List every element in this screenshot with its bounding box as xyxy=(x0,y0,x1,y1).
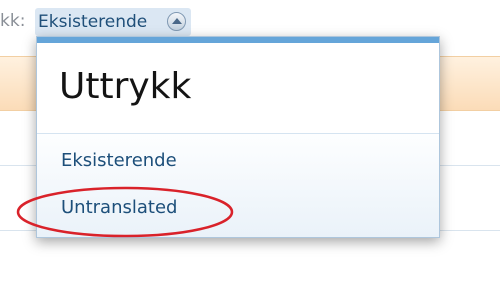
chevron-up-icon[interactable] xyxy=(167,12,186,31)
option-eksisterende[interactable]: Eksisterende xyxy=(61,149,177,173)
menu-accent-bar xyxy=(37,37,439,43)
menu-title: Uttrykk xyxy=(59,66,192,107)
language-selector[interactable]: Eksisterende xyxy=(35,8,191,36)
field-label: kk: xyxy=(0,11,26,31)
highlight-ellipse xyxy=(16,186,234,238)
selector-value: Eksisterende xyxy=(38,12,148,32)
